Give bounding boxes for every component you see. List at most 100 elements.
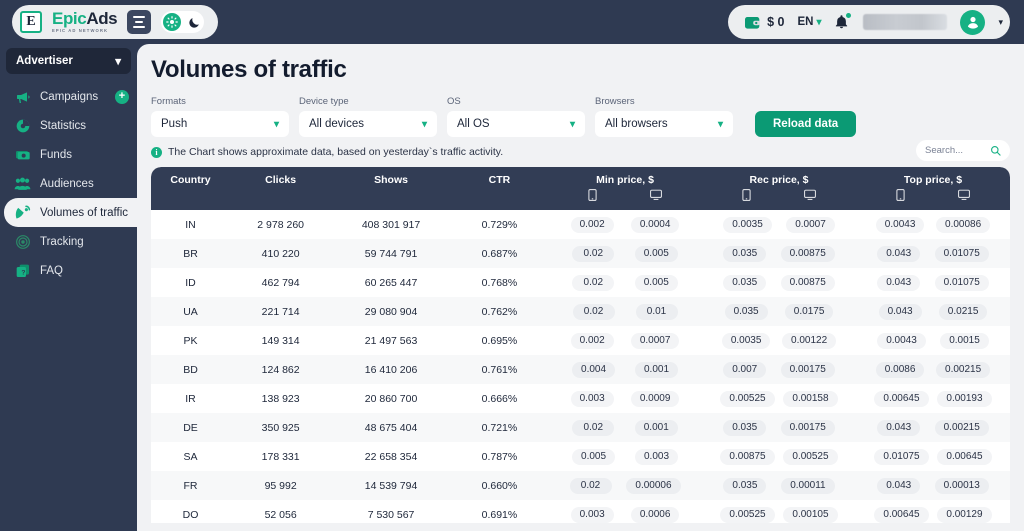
table-row[interactable]: FR 95 992 14 539 794 0.660% 0.02 0.00006 0.035… (151, 471, 1010, 500)
cell-min-price: 0.02 0.001 (548, 413, 702, 442)
min-price-desktop: 0.0009 (630, 390, 680, 407)
money-icon (14, 146, 31, 163)
user-avatar-icon[interactable] (960, 9, 986, 35)
cell-clicks: 350 925 (261, 421, 300, 434)
price-pair: 0.002 0.0004 (548, 216, 702, 233)
chevron-down-icon: ▾ (421, 118, 427, 130)
column-header-shows[interactable]: Shows (331, 167, 451, 210)
cell-clicks: 149 314 (261, 334, 300, 347)
top-price-mobile: 0.043 (877, 245, 921, 262)
sidebar-item-statistics[interactable]: Statistics (0, 111, 137, 140)
cell-shows: 16 410 206 (364, 363, 418, 376)
cell-ctr: 0.660% (481, 479, 518, 492)
cell-country: PK (183, 334, 198, 347)
sidebar-item-label: Tracking (40, 235, 84, 248)
table-row[interactable]: ID 462 794 60 265 447 0.768% 0.02 0.005 0.035 0… (151, 268, 1010, 297)
reload-data-button[interactable]: Reload data (755, 111, 857, 137)
table-body: IN 2 978 260 408 301 917 0.729% 0.002 0.0004 0… (151, 210, 1010, 523)
price-pair: 0.035 0.0175 (702, 303, 856, 320)
table-row[interactable]: DO 52 056 7 530 567 0.691% 0.003 0.0006 0.0052… (151, 500, 1010, 523)
device-type-select[interactable]: All devices ▾ (299, 111, 437, 137)
price-pair: 0.007 0.00175 (702, 361, 856, 378)
min-price-mobile: 0.02 (572, 245, 615, 262)
rec-price-mobile: 0.035 (723, 419, 767, 436)
price-pair: 0.02 0.005 (548, 274, 702, 291)
cell-shows: 29 080 904 (364, 305, 418, 318)
traffic-table-container[interactable]: Country Clicks Shows CTR Min price, $ Re… (151, 167, 1010, 523)
top-bar: E EpicAds EPIC AD NETWORK $ 0 EN ▾ ▾ (0, 0, 1024, 44)
add-campaign-button[interactable]: + (115, 89, 129, 104)
rec-price-desktop: 0.00011 (781, 477, 835, 494)
sidebar-item-faq[interactable]: ? FAQ (0, 256, 137, 285)
table-row[interactable]: BD 124 862 16 410 206 0.761% 0.004 0.001 0.007… (151, 355, 1010, 384)
account-chevron-down-icon[interactable]: ▾ (998, 17, 1003, 28)
theme-toggle[interactable] (161, 11, 205, 33)
sidebar-item-label: Volumes of traffic (40, 206, 128, 219)
table-head: Country Clicks Shows CTR Min price, $ Re… (151, 167, 1010, 210)
top-price-desktop: 0.00215 (936, 361, 991, 378)
notice-row: i The Chart shows approximate data, base… (151, 140, 1010, 161)
account-type-selector[interactable]: Advertiser ▾ (6, 48, 131, 74)
search-input[interactable] (925, 145, 989, 156)
column-header-rec-price[interactable]: Rec price, $ (702, 167, 856, 210)
column-header-country[interactable]: Country (151, 167, 230, 210)
table-row[interactable]: IN 2 978 260 408 301 917 0.729% 0.002 0.0004 0… (151, 210, 1010, 239)
column-header-ctr[interactable]: CTR (450, 167, 549, 210)
cell-shows: 59 744 791 (364, 247, 418, 260)
table-row[interactable]: DE 350 925 48 675 404 0.721% 0.02 0.001 0.035 0… (151, 413, 1010, 442)
brand-logo[interactable]: EpicAds EPIC AD NETWORK (52, 9, 118, 33)
cell-country: BR (183, 247, 198, 260)
filter-label: Device type (299, 96, 349, 107)
table-row[interactable]: UA 221 714 29 080 904 0.762% 0.02 0.01 0.035 0.… (151, 297, 1010, 326)
logo-mark-icon[interactable]: E (20, 11, 42, 33)
cell-rec-price: 0.00525 0.00105 (702, 500, 856, 523)
cell-shows: 48 675 404 (364, 421, 418, 434)
formats-select[interactable]: Push ▾ (151, 111, 289, 137)
table-row[interactable]: SA 178 331 22 658 354 0.787% 0.005 0.003 0.008… (151, 442, 1010, 471)
column-header-clicks[interactable]: Clicks (230, 167, 332, 210)
chevron-down-icon: ▾ (717, 118, 723, 130)
top-price-mobile: 0.0043 (875, 216, 925, 233)
cell-ctr: 0.695% (481, 334, 518, 347)
rec-price-mobile: 0.00875 (720, 448, 775, 465)
cell-shows: 20 860 700 (364, 392, 418, 405)
price-pair: 0.035 0.00875 (702, 274, 856, 291)
pie-chart-icon (14, 117, 31, 134)
table-row[interactable]: IR 138 923 20 860 700 0.666% 0.003 0.0009 0.00… (151, 384, 1010, 413)
column-header-top-price[interactable]: Top price, $ (855, 167, 1010, 210)
top-price-label: Top price, $ (903, 174, 963, 186)
search-box[interactable] (916, 140, 1010, 161)
sidebar-item-funds[interactable]: Funds (0, 140, 137, 169)
wallet-group[interactable]: $ 0 (744, 15, 784, 30)
sun-icon[interactable] (163, 13, 182, 31)
cell-shows: 7 530 567 (367, 508, 415, 521)
bell-icon[interactable] (834, 13, 852, 31)
cell-min-price: 0.004 0.001 (548, 355, 702, 384)
sidebar-item-audiences[interactable]: Audiences (0, 169, 137, 198)
filter-os: OS All OS ▾ (447, 96, 585, 137)
cell-shows: 60 265 447 (364, 276, 418, 289)
moon-icon[interactable] (186, 13, 202, 31)
target-icon (14, 233, 31, 250)
min-price-mobile: 0.02 (572, 303, 615, 320)
table-row[interactable]: BR 410 220 59 744 791 0.687% 0.02 0.005 0.035 0… (151, 239, 1010, 268)
sidebar-item-campaigns[interactable]: Campaigns + (0, 82, 137, 111)
sidebar-item-tracking[interactable]: Tracking (0, 227, 137, 256)
top-price-desktop: 0.01075 (934, 274, 989, 291)
list-icon[interactable] (127, 10, 152, 34)
os-value: All OS (457, 118, 490, 130)
price-pair: 0.035 0.00175 (702, 419, 856, 436)
logo-word-ads: Ads (86, 9, 118, 29)
min-price-desktop: 0.001 (634, 419, 678, 436)
device-type-value: All devices (309, 118, 364, 130)
os-select[interactable]: All OS ▾ (447, 111, 585, 137)
filter-label: OS (447, 96, 461, 107)
language-selector[interactable]: EN ▾ (797, 16, 821, 28)
cell-country: UA (183, 305, 198, 318)
cell-clicks: 52 056 (264, 508, 297, 521)
chevron-down-icon: ▾ (273, 118, 279, 130)
browsers-select[interactable]: All browsers ▾ (595, 111, 733, 137)
sidebar-item-volumes-of-traffic[interactable]: Volumes of traffic (4, 198, 137, 227)
table-row[interactable]: PK 149 314 21 497 563 0.695% 0.002 0.0007 0.00… (151, 326, 1010, 355)
column-header-min-price[interactable]: Min price, $ (548, 167, 703, 210)
